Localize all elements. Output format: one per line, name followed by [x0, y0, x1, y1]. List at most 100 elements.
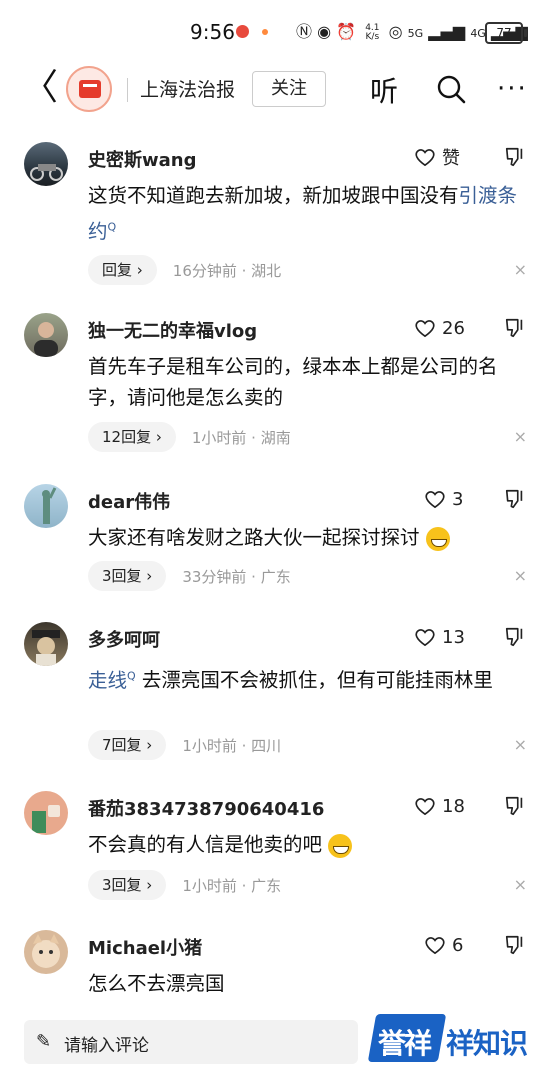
divider — [127, 78, 128, 102]
back-button[interactable]: 〈 — [22, 68, 58, 108]
like-button[interactable]: 13 — [414, 622, 465, 652]
like-count: 赞 — [442, 148, 460, 169]
hotspot-icon: ◎ — [388, 22, 403, 41]
like-count: 18 — [442, 795, 465, 817]
avatar[interactable] — [24, 622, 68, 666]
reply-button[interactable]: 12回复 › — [88, 422, 176, 452]
comment-meta: 3回复 › 1小时前 · 广东 — [88, 869, 281, 901]
net-speed: 4.1 K/s — [365, 22, 380, 42]
notification-indicator-icon — [262, 29, 268, 35]
heart-icon — [415, 320, 435, 338]
comment-text: 这货不知道跑去新加坡，新加坡跟中国没有引渡条约Q — [88, 184, 518, 243]
comment-time-location: 1小时前 · 广东 — [182, 876, 282, 895]
motorcycle-icon — [30, 164, 63, 181]
watermark-logo: 誉祥 祥知识 — [367, 1010, 542, 1070]
watermark-text: 誉祥 — [378, 1027, 432, 1060]
signal-bars-icon: ▂▄▆ — [428, 22, 466, 41]
clap-emoji-icon — [328, 833, 353, 858]
logo-mark-icon — [79, 80, 101, 98]
heart-icon — [415, 629, 435, 647]
reply-button[interactable]: 3回复 › — [88, 561, 167, 591]
comment-input-placeholder: 请输入评论 — [64, 1036, 149, 1056]
comment-username[interactable]: Michael小猪 — [88, 934, 202, 960]
search-link[interactable]: 走线Q — [88, 669, 136, 692]
more-options-icon[interactable]: ··· — [497, 74, 528, 104]
close-icon[interactable]: × — [514, 260, 527, 279]
status-bar: 9:56 Ⓝ ◉ ⏰ 4.1 K/s ◎ 5G ▂▄▆ 4G ▂▄▆ 77 — [0, 0, 553, 60]
close-icon[interactable]: × — [514, 735, 527, 754]
comment-username[interactable]: dear伟伟 — [88, 488, 170, 514]
comment-meta: 3回复 › 33分钟前 · 广东 — [88, 560, 291, 592]
comment-username[interactable]: 史密斯wang — [88, 146, 196, 172]
like-count: 13 — [442, 626, 465, 648]
like-count: 3 — [452, 488, 464, 510]
listen-button[interactable]: 听 — [370, 70, 398, 110]
notification-dot-icon — [236, 25, 249, 38]
search-icon[interactable] — [436, 74, 466, 104]
comment-text: 不会真的有人信是他卖的吧 — [88, 829, 533, 860]
follow-button[interactable]: 关注 — [252, 71, 326, 107]
like-button[interactable]: 18 — [414, 791, 465, 821]
dislike-icon[interactable] — [504, 934, 526, 956]
heart-icon — [425, 937, 445, 955]
comment-meta: 回复 › 16分钟前 · 湖北 — [88, 254, 281, 286]
comment-meta: 7回复 › 1小时前 · 四川 — [88, 729, 281, 761]
close-icon[interactable]: × — [514, 875, 527, 894]
dislike-icon[interactable] — [504, 317, 526, 339]
like-count: 26 — [442, 317, 465, 339]
dislike-icon[interactable] — [504, 795, 526, 817]
reply-button[interactable]: 3回复 › — [88, 870, 167, 900]
avatar[interactable] — [24, 791, 68, 835]
close-icon[interactable]: × — [514, 566, 527, 585]
alarm-icon: ⏰ — [336, 22, 357, 41]
avatar[interactable] — [24, 484, 68, 528]
comment-input[interactable]: ✎ 请输入评论 — [24, 1020, 358, 1064]
nfc-icon: Ⓝ — [296, 22, 313, 41]
comment-time-location: 1小时前 · 湖南 — [191, 428, 291, 447]
comment-text: 大家还有啥发财之路大伙一起探讨探讨 — [88, 522, 533, 553]
like-count: 6 — [452, 934, 464, 956]
clock: 9:56 — [190, 20, 235, 44]
search-icon: Q — [127, 669, 136, 682]
statue-icon — [42, 487, 57, 524]
close-icon[interactable]: × — [514, 427, 527, 446]
comment-text: 怎么不去漂亮国 — [88, 972, 225, 995]
cat-avatar-icon — [32, 934, 60, 968]
dislike-icon[interactable] — [504, 488, 526, 510]
top-bar: 〈 上海法治报 关注 听 ··· — [0, 60, 553, 118]
heart-icon — [415, 798, 435, 816]
comment-username[interactable]: 独一无二的幸福vlog — [88, 317, 257, 343]
eye-icon: ◉ — [317, 22, 332, 41]
like-button[interactable]: 3 — [424, 484, 463, 514]
publisher-name[interactable]: 上海法治报 — [140, 75, 235, 102]
battery-icon: 77 — [485, 22, 527, 44]
comment-time-location: 1小时前 · 四川 — [182, 736, 282, 755]
publisher-logo[interactable] — [66, 66, 112, 112]
like-button[interactable]: 26 — [414, 313, 465, 343]
person-photo-icon — [32, 630, 60, 666]
grin-emoji-icon — [425, 526, 450, 551]
dislike-icon[interactable] — [504, 146, 526, 168]
reply-button[interactable]: 回复 › — [88, 255, 157, 285]
comment-username[interactable]: 多多呵呵 — [88, 626, 160, 652]
person-photo-icon — [34, 322, 58, 357]
avatar[interactable] — [24, 930, 68, 974]
signal-4g: 4G — [470, 27, 486, 40]
comment-time-location: 16分钟前 · 湖北 — [172, 261, 282, 280]
like-button[interactable]: 6 — [424, 930, 463, 960]
comment-username[interactable]: 番茄3834738790640416 — [88, 795, 324, 821]
heart-icon — [425, 491, 445, 509]
reply-button[interactable]: 7回复 › — [88, 730, 167, 760]
like-button[interactable]: 赞 — [414, 142, 460, 172]
comment-text: 走线Q 去漂亮国不会被抓住，但有可能挂雨林里 — [88, 668, 493, 692]
avatar[interactable] — [24, 142, 68, 186]
comment-meta: 12回复 › 1小时前 · 湖南 — [88, 421, 291, 453]
signal-5g: 5G — [407, 27, 424, 40]
heart-icon — [415, 149, 435, 167]
dislike-icon[interactable] — [504, 626, 526, 648]
watermark-text: 祥知识 — [446, 1027, 528, 1060]
comment-time-location: 33分钟前 · 广东 — [182, 567, 291, 586]
avatar[interactable] — [24, 313, 68, 357]
tomato-avatar-icon — [32, 805, 60, 833]
search-icon: Q — [107, 220, 117, 233]
